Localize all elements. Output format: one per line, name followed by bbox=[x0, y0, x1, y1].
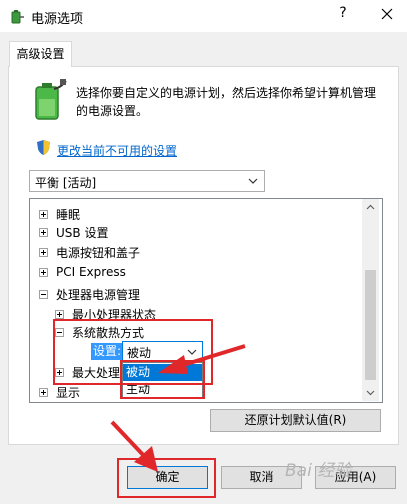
chevron-down-icon bbox=[248, 178, 258, 184]
power-plan-value: 平衡 [活动] bbox=[35, 176, 97, 190]
tree-item-usb[interactable]: USB 设置 bbox=[39, 222, 108, 242]
tree-item-min-processor-state[interactable]: 最小处理器状态 bbox=[55, 304, 156, 324]
expand-icon[interactable] bbox=[39, 267, 48, 277]
tree-item-label: 最大处理 bbox=[72, 365, 121, 380]
expand-icon[interactable] bbox=[39, 387, 48, 397]
expand-icon[interactable] bbox=[39, 227, 48, 237]
tree-item-sleep[interactable]: 睡眠 bbox=[39, 204, 80, 224]
watermark-text: Bai 经验 bbox=[285, 461, 352, 481]
tree-item-label: 电源按钮和盖子 bbox=[56, 245, 141, 260]
cooling-policy-value: 被动 bbox=[127, 346, 152, 360]
uac-shield-icon bbox=[37, 140, 50, 155]
expand-icon[interactable] bbox=[39, 247, 48, 257]
tree-item-processor-power[interactable]: 处理器电源管理 bbox=[39, 284, 140, 304]
tree-item-display[interactable]: 显示 bbox=[39, 382, 80, 402]
tree-scrollbar[interactable] bbox=[362, 199, 379, 401]
collapse-icon[interactable] bbox=[55, 327, 64, 337]
tree-item-label: 最小处理器状态 bbox=[72, 307, 157, 322]
tree-item-label: 系统散热方式 bbox=[72, 325, 145, 340]
close-icon[interactable] bbox=[377, 4, 397, 24]
tree-item-label: PCI Express bbox=[56, 265, 126, 279]
tree-item-system-cooling-policy[interactable]: 系统散热方式 bbox=[55, 322, 144, 342]
description-text: 选择你要自定义的电源计划，然后选择你希望计算机管理的电源设置。 bbox=[76, 86, 377, 118]
setting-label: 设置: bbox=[91, 343, 124, 360]
tree-item-pci-express[interactable]: PCI Express bbox=[39, 262, 126, 282]
option-active[interactable]: 主动 bbox=[123, 381, 202, 398]
tree-item-power-buttons[interactable]: 电源按钮和盖子 bbox=[39, 242, 140, 262]
settings-tree[interactable]: 睡眠 USB 设置 电源按钮和盖子 PCI Express 处理器电源管理 最小… bbox=[29, 198, 383, 403]
expand-icon[interactable] bbox=[55, 309, 64, 319]
tree-item-label: 处理器电源管理 bbox=[56, 287, 141, 302]
title-bar: 电源选项 ? bbox=[0, 0, 407, 32]
tree-item-label: 显示 bbox=[56, 385, 81, 400]
chevron-down-icon bbox=[187, 349, 197, 355]
restore-defaults-button[interactable]: 还原计划默认值(R) bbox=[210, 409, 381, 432]
cooling-policy-select[interactable]: 被动 bbox=[122, 341, 203, 362]
tree-item-label: 睡眠 bbox=[56, 207, 81, 222]
expand-icon[interactable] bbox=[39, 209, 48, 219]
expand-icon[interactable] bbox=[55, 367, 64, 377]
scroll-up-icon[interactable] bbox=[362, 199, 379, 216]
power-plan-select[interactable]: 平衡 [活动] bbox=[29, 170, 265, 192]
scroll-thumb[interactable] bbox=[365, 270, 376, 380]
change-unavailable-settings-link[interactable]: 更改当前不可用的设置 bbox=[57, 142, 177, 159]
tab-advanced-settings[interactable]: 高级设置 bbox=[9, 41, 72, 67]
ok-button[interactable]: 确定 bbox=[127, 466, 208, 489]
help-button[interactable]: ? bbox=[333, 5, 353, 25]
scroll-down-icon[interactable] bbox=[362, 384, 379, 401]
tree-item-max-processor-state[interactable]: 最大处理 bbox=[55, 362, 120, 382]
cooling-policy-options: 被动 主动 bbox=[122, 362, 203, 398]
window-title: 电源选项 bbox=[31, 12, 84, 27]
power-options-icon bbox=[11, 10, 24, 24]
option-passive[interactable]: 被动 bbox=[123, 364, 202, 381]
tree-item-label: USB 设置 bbox=[56, 225, 109, 240]
battery-plug-icon bbox=[35, 79, 67, 120]
collapse-icon[interactable] bbox=[39, 289, 48, 299]
